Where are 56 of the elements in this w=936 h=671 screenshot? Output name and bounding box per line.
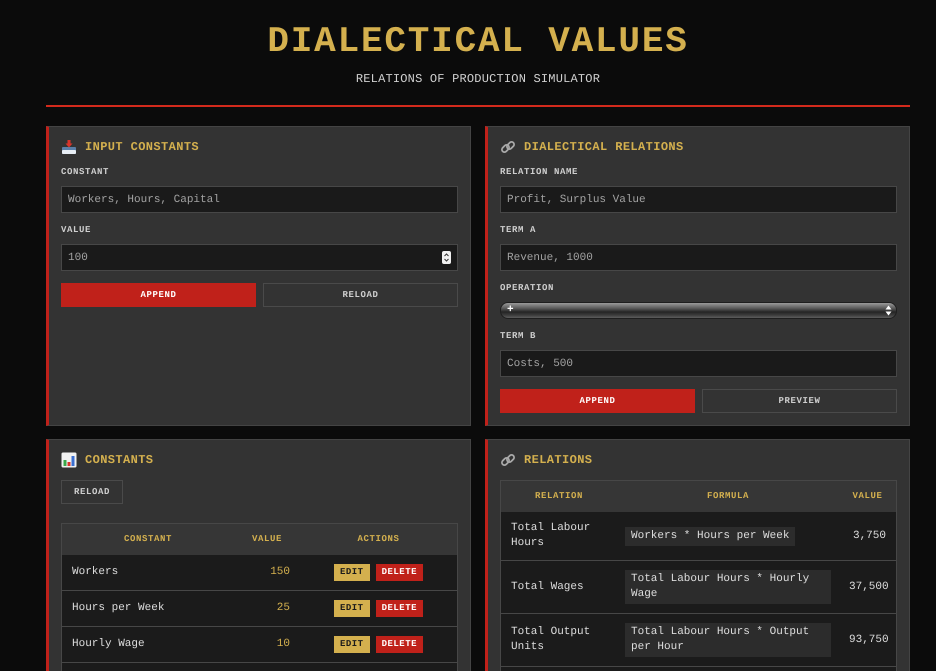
edit-button[interactable]: EDIT <box>334 564 370 581</box>
delete-button[interactable]: DELETE <box>376 636 423 653</box>
text-input-field[interactable]: Profit, Surplus Value <box>500 186 897 213</box>
chain-link-icon <box>500 139 516 155</box>
relation-value-cell: 3,750 <box>839 512 896 560</box>
edit-button[interactable]: EDIT <box>334 636 370 653</box>
page-subtitle: RELATIONS OF PRODUCTION SIMULATOR <box>356 73 600 85</box>
relation-name-cell: Total Labour Hours <box>501 512 617 560</box>
primary-button[interactable]: APPEND <box>500 389 695 413</box>
edit-button[interactable]: EDIT <box>334 600 370 617</box>
text-input-field[interactable]: Costs, 500 <box>500 350 897 377</box>
column-header: CONSTANT <box>62 524 234 555</box>
column-header: ACTIONS <box>300 524 457 555</box>
constant-value-cell: 25 <box>234 590 300 626</box>
panel-title: DIALECTICAL RELATIONS <box>524 139 684 155</box>
delete-button[interactable]: DELETE <box>376 600 423 617</box>
column-header: RELATION <box>501 481 617 512</box>
field-label: TERM B <box>500 331 538 342</box>
primary-button[interactable]: APPEND <box>61 283 256 307</box>
secondary-button[interactable]: PREVIEW <box>702 389 897 413</box>
text-input-field[interactable]: Revenue, 1000 <box>500 244 897 271</box>
bar-chart-icon <box>61 452 77 468</box>
secondary-button[interactable]: RELOAD <box>263 283 458 307</box>
up-down-arrows-icon <box>885 305 892 316</box>
field-label: OPERATION <box>500 283 556 294</box>
column-header: VALUE <box>839 481 896 512</box>
relation-value-cell: 93,750 <box>839 614 896 666</box>
text-input-field[interactable]: Workers, Hours, Capital <box>61 186 458 213</box>
chain-link-icon <box>500 452 516 468</box>
relation-value-cell: 37,500 <box>839 560 896 614</box>
panel-title: RELATIONS <box>524 452 592 468</box>
secondary-button[interactable]: RELOAD <box>61 480 124 504</box>
formula-code: Total Labour Hours * Output per Hour <box>625 623 831 657</box>
panel-title: INPUT CONSTANTS <box>85 139 200 155</box>
number-input-field[interactable]: 100 <box>61 244 458 271</box>
field-label: TERM A <box>500 225 538 236</box>
field-label: CONSTANT <box>61 167 110 178</box>
constant-name-cell: Hourly Wage <box>62 626 234 662</box>
constant-value-cell: 150 <box>234 555 300 590</box>
operation-select[interactable]: + <box>500 302 897 319</box>
stepper-icon[interactable] <box>442 251 451 264</box>
constant-value-cell: 10 <box>234 626 300 662</box>
inbox-tray-icon <box>61 139 77 155</box>
field-label: VALUE <box>61 225 92 236</box>
constant-name-cell: Workers <box>62 555 234 590</box>
formula-code: Workers * Hours per Week <box>625 526 796 546</box>
formula-code: Total Labour Hours * Hourly Wage <box>625 570 831 604</box>
delete-button[interactable]: DELETE <box>376 564 423 581</box>
constant-name-cell: Hours per Week <box>62 590 234 626</box>
panel-title: CONSTANTS <box>85 452 154 468</box>
relation-name-cell: Total Output Units <box>501 614 617 666</box>
column-header: VALUE <box>234 524 300 555</box>
field-label: RELATION NAME <box>500 167 580 178</box>
column-header: FORMULA <box>617 481 839 512</box>
relation-name-cell: Total Wages <box>501 560 617 614</box>
page-title: DIALECTICAL VALUES <box>267 24 689 60</box>
